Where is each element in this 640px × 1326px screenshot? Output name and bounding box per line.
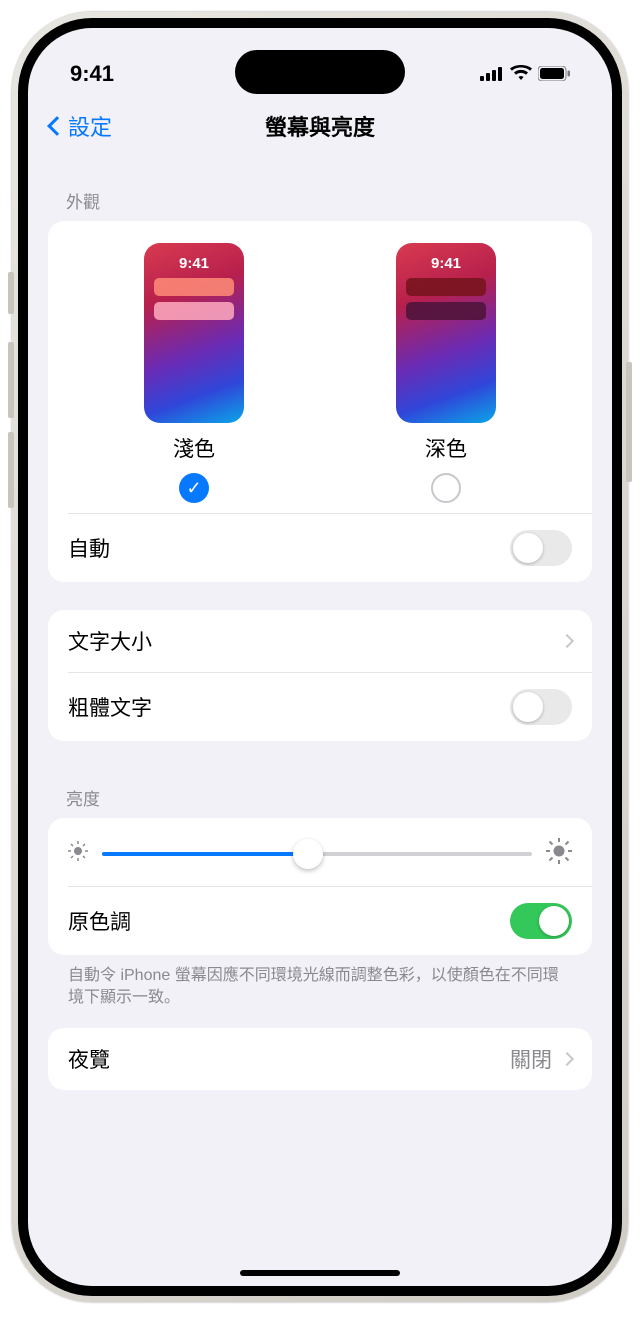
- dynamic-island: [235, 50, 405, 94]
- true-tone-row: 原色調: [48, 887, 592, 955]
- home-indicator[interactable]: [240, 1270, 400, 1276]
- light-preview-icon: 9:41: [144, 243, 244, 423]
- page-title: 螢幕與亮度: [265, 110, 375, 142]
- text-card: 文字大小 粗體文字: [48, 610, 592, 741]
- slider-thumb[interactable]: [293, 839, 323, 869]
- nav-bar: 設定 螢幕與亮度: [28, 98, 612, 154]
- settings-scroll-area[interactable]: 外觀 9:41 淺色 ✓: [28, 154, 612, 1238]
- automatic-row: 自動: [48, 514, 592, 582]
- night-shift-card: 夜覽 關閉: [48, 1028, 592, 1090]
- true-tone-toggle[interactable]: [510, 903, 572, 939]
- dark-radio[interactable]: [431, 473, 461, 503]
- bold-text-row: 粗體文字: [48, 673, 592, 741]
- status-time: 9:41: [70, 61, 114, 87]
- brightness-slider[interactable]: [102, 852, 532, 856]
- back-button[interactable]: 設定: [50, 110, 112, 142]
- automatic-toggle[interactable]: [510, 530, 572, 566]
- chevron-right-icon: [560, 634, 574, 648]
- brightness-slider-row: [48, 818, 592, 886]
- night-shift-value: 關閉: [510, 1044, 552, 1074]
- automatic-label: 自動: [68, 533, 110, 563]
- night-shift-row[interactable]: 夜覽 關閉: [48, 1028, 592, 1090]
- bold-text-toggle[interactable]: [510, 689, 572, 725]
- silent-switch: [8, 272, 14, 314]
- side-button: [626, 362, 632, 482]
- text-size-label: 文字大小: [68, 626, 152, 656]
- volume-down-button: [8, 432, 14, 508]
- dark-preview-icon: 9:41: [396, 243, 496, 423]
- appearance-option-light[interactable]: 9:41 淺色 ✓: [73, 243, 315, 503]
- night-shift-label: 夜覽: [68, 1044, 110, 1074]
- true-tone-footer: 自動令 iPhone 螢幕因應不同環境光線而調整色彩，以使顏色在不同環境下顯示一…: [48, 963, 592, 1028]
- brightness-card: 原色調: [48, 818, 592, 955]
- chevron-left-icon: [47, 116, 67, 136]
- appearance-option-dark[interactable]: 9:41 深色: [325, 243, 567, 503]
- bold-text-label: 粗體文字: [68, 692, 152, 722]
- light-radio[interactable]: ✓: [179, 473, 209, 503]
- appearance-section-label: 外觀: [48, 172, 592, 221]
- sun-high-icon: [546, 838, 572, 870]
- dark-option-label: 深色: [425, 433, 467, 463]
- battery-icon: [538, 61, 570, 87]
- appearance-card: 9:41 淺色 ✓ 9:41: [48, 221, 592, 582]
- chevron-right-icon: [560, 1052, 574, 1066]
- back-label: 設定: [68, 110, 112, 142]
- volume-up-button: [8, 342, 14, 418]
- wifi-icon: [510, 61, 532, 87]
- light-option-label: 淺色: [173, 433, 215, 463]
- signal-icon: [480, 61, 504, 87]
- text-size-row[interactable]: 文字大小: [48, 610, 592, 672]
- brightness-section-label: 亮度: [48, 769, 592, 818]
- iphone-frame: 9:41 設定: [12, 12, 628, 1302]
- true-tone-label: 原色調: [68, 906, 131, 936]
- sun-low-icon: [68, 841, 88, 867]
